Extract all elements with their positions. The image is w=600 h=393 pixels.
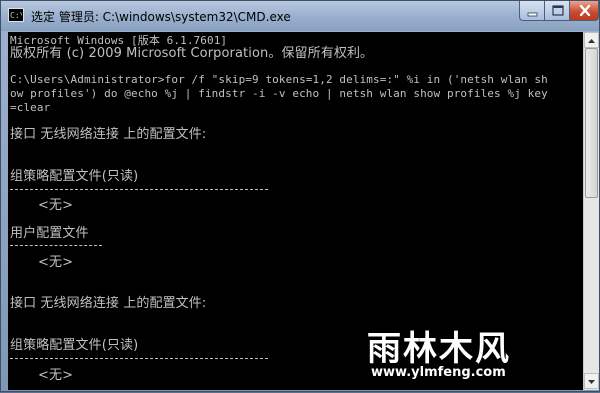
close-button[interactable] <box>569 1 599 21</box>
interface-header-a: 接口 无线网络连接 上的配置文件: <box>10 127 207 142</box>
user-profiles-title-a: 用户配置文件 <box>10 226 89 241</box>
arrow-down-icon <box>588 380 595 384</box>
svg-text:C:\: C:\ <box>10 11 22 20</box>
cmd-window: C:\ 选定 管理员: C:\windows\system32\CMD.exe … <box>0 0 600 392</box>
user-profiles-none-a: <无> <box>38 255 74 270</box>
watermark-url: www.ylmfeng.com <box>371 365 506 380</box>
command-line-2: ow profiles') do @echo %j | findstr -i -… <box>10 87 548 100</box>
site-watermark: 雨林木风 www.ylmfeng.com <box>361 321 531 389</box>
scroll-down-button[interactable] <box>584 373 599 389</box>
minimize-icon <box>527 12 538 17</box>
arrow-up-icon <box>588 39 595 43</box>
minimize-button[interactable] <box>519 1 545 21</box>
title-bar[interactable]: C:\ 选定 管理员: C:\windows\system32\CMD.exe <box>1 1 599 31</box>
group-policy-title-a: 组策略配置文件(只读) <box>10 169 139 184</box>
group-policy-none-a: <无> <box>38 198 74 213</box>
separator-line <box>10 189 268 190</box>
vertical-scrollbar[interactable] <box>583 32 599 390</box>
window-title: 选定 管理员: C:\windows\system32\CMD.exe <box>31 10 291 24</box>
command-line-3: =clear <box>10 101 51 114</box>
interface-header-b: 接口 无线网络连接 上的配置文件: <box>10 296 207 311</box>
group-policy-none-b: <无> <box>38 368 74 383</box>
group-policy-title-b: 组策略配置文件(只读) <box>10 338 139 353</box>
close-icon <box>579 4 591 17</box>
watermark-title: 雨林木风 <box>367 329 511 369</box>
separator-line <box>10 245 102 246</box>
copyright-line: 版权所有 (c) 2009 Microsoft Corporation。保留所有… <box>10 46 374 61</box>
maximize-icon <box>552 5 564 16</box>
command-line-1: C:\Users\Administrator>for /f "skip=9 to… <box>10 73 548 86</box>
separator-line <box>10 358 268 359</box>
scroll-up-button[interactable] <box>584 32 599 48</box>
cmd-icon[interactable]: C:\ <box>8 8 24 22</box>
maximize-button[interactable] <box>544 1 570 21</box>
scroll-thumb[interactable] <box>585 48 598 198</box>
